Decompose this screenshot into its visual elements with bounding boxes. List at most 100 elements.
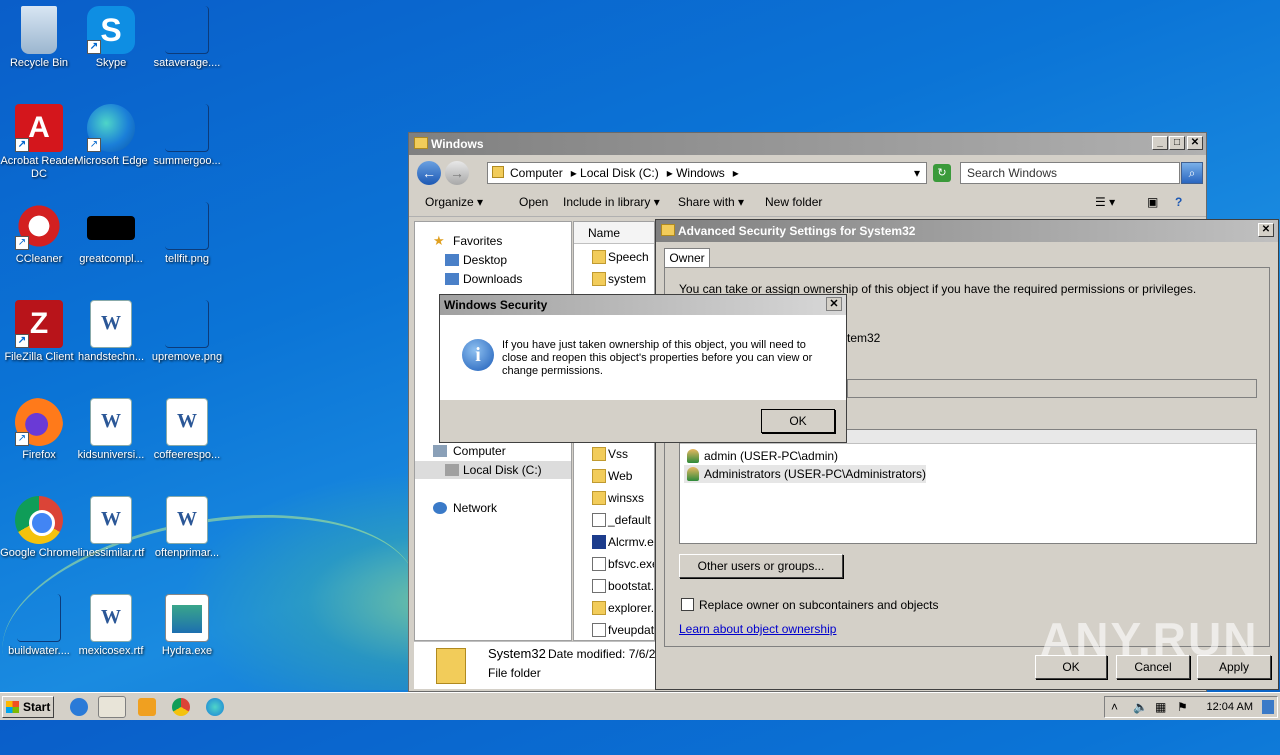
list-item[interactable]: fveupdat xyxy=(574,620,654,640)
include-in-library-button[interactable]: Include in library ▾ xyxy=(563,195,660,209)
desktop-icon-handstechn[interactable]: W handstechn... xyxy=(72,300,150,364)
desktop-icon-acrobat[interactable]: A ↗ Acrobat Reader DC xyxy=(0,104,78,181)
list-item[interactable]: winsxs xyxy=(574,488,644,508)
folder-large-icon xyxy=(436,648,466,684)
minimize-button[interactable]: _ xyxy=(1152,136,1168,150)
column-header-name[interactable]: Name xyxy=(574,222,654,244)
desktop-icon-label: summergoo... xyxy=(153,155,221,167)
clock[interactable]: 12:04 AM xyxy=(1207,701,1253,713)
desktop-icon-chrome[interactable]: Google Chrome xyxy=(0,496,78,560)
desktop-icon-filezilla[interactable]: Z ↗ FileZilla Client xyxy=(0,300,78,364)
messagebox-title: Windows Security xyxy=(444,298,548,312)
organize-button[interactable]: Organize ▾ xyxy=(425,195,483,209)
list-item[interactable]: Vss xyxy=(574,444,628,464)
share-with-button[interactable]: Share with ▾ xyxy=(678,195,744,209)
breadcrumb-local-disk[interactable]: Local Disk (C:) xyxy=(580,166,659,180)
chrome-taskbar-icon[interactable] xyxy=(172,698,190,716)
owner-item-admin[interactable]: admin (USER-PC\admin) xyxy=(684,447,838,465)
close-button[interactable]: ✕ xyxy=(1258,223,1274,237)
list-item[interactable]: explorer.e xyxy=(574,598,654,618)
list-item[interactable]: bfsvc.exe xyxy=(574,554,654,574)
open-label: Open xyxy=(519,195,549,209)
desktop-icon-buildwater[interactable]: buildwater.... xyxy=(0,594,78,658)
desktop-icon-summergoo[interactable]: summergoo... xyxy=(148,104,226,168)
desktop-icon-ccleaner[interactable]: ↗ CCleaner xyxy=(0,202,78,266)
address-bar[interactable]: Computer ▸ Local Disk (C:) ▸ Windows ▸ ▾ xyxy=(487,162,927,184)
preview-pane-icon[interactable]: ▣ xyxy=(1147,195,1158,209)
list-item[interactable]: _default xyxy=(574,510,651,530)
messagebox-ok-button[interactable]: OK xyxy=(761,409,835,433)
desktop-icon-kidsuniversi[interactable]: W kidsuniversi... xyxy=(72,398,150,462)
word-document-icon: W xyxy=(90,300,132,348)
chevron-down-icon[interactable]: ▾ xyxy=(914,163,920,183)
advanced-security-titlebar[interactable]: Advanced Security Settings for System32 … xyxy=(656,220,1278,242)
other-users-button[interactable]: Other users or groups... xyxy=(679,554,843,578)
desktop-icon-recycle-bin[interactable]: Recycle Bin xyxy=(0,6,78,70)
messagebox-titlebar[interactable]: Windows Security ✕ xyxy=(440,295,846,315)
file-icon xyxy=(165,104,209,152)
desktop-icon-upremove[interactable]: upremove.png xyxy=(148,300,226,364)
nav-network[interactable]: Network xyxy=(415,499,571,517)
learn-ownership-link[interactable]: Learn about object ownership xyxy=(679,622,836,636)
nav-favorites[interactable]: ★ Favorites xyxy=(415,232,571,250)
desktop-icon-tellfit[interactable]: tellfit.png xyxy=(148,202,226,266)
new-folder-button[interactable]: New folder xyxy=(765,195,822,209)
list-item[interactable]: Speech xyxy=(574,247,649,267)
desktop-icon-firefox[interactable]: ↗ Firefox xyxy=(0,398,78,462)
show-desktop-icon[interactable] xyxy=(1262,700,1274,714)
start-button[interactable]: Start xyxy=(2,696,54,718)
file-name: Speech xyxy=(608,250,649,264)
refresh-icon[interactable]: ↻ xyxy=(933,164,951,182)
current-owner-field xyxy=(847,379,1257,398)
list-item[interactable]: Web xyxy=(574,466,632,486)
nav-local-disk[interactable]: Local Disk (C:) xyxy=(415,461,571,479)
volume-icon[interactable]: 🔈 xyxy=(1133,700,1148,714)
owner-list[interactable]: admin (USER-PC\admin) Administrators (US… xyxy=(679,429,1257,544)
list-item[interactable]: system xyxy=(574,269,646,289)
search-icon[interactable]: ⌕ xyxy=(1181,162,1203,184)
open-button[interactable]: Open xyxy=(501,195,548,209)
computer-icon xyxy=(433,445,447,457)
network-tray-icon[interactable]: ▦ xyxy=(1155,700,1166,714)
desktop-icon-coffeerespo[interactable]: W coffeerespo... xyxy=(148,398,226,462)
help-icon[interactable]: ? xyxy=(1175,195,1182,209)
nav-downloads[interactable]: Downloads xyxy=(415,270,571,288)
owner-item-administrators[interactable]: Administrators (USER-PC\Administrators) xyxy=(684,465,927,483)
list-item[interactable]: Alcrmv.ex xyxy=(574,532,654,552)
desktop-icon-skype[interactable]: S ↗ Skype xyxy=(72,6,150,70)
flag-icon[interactable]: ⚑ xyxy=(1177,700,1188,714)
desktop-icon-mexicosex[interactable]: W mexicosex.rtf xyxy=(72,594,150,658)
maximize-button[interactable]: □ xyxy=(1169,136,1185,150)
tab-owner[interactable]: Owner xyxy=(664,248,710,268)
desktop-icon-linessimilar[interactable]: W linessimilar.rtf xyxy=(72,496,150,560)
explorer-exe-icon xyxy=(592,601,606,615)
breadcrumb-computer[interactable]: Computer xyxy=(510,166,563,180)
desktop-icon-sataverage[interactable]: sataverage.... xyxy=(148,6,226,70)
breadcrumb-windows[interactable]: Windows xyxy=(676,166,725,180)
desktop-icon-edge[interactable]: ↗ Microsoft Edge xyxy=(72,104,150,168)
forward-button[interactable]: → xyxy=(445,161,469,185)
view-options-icon[interactable]: ☰ ▾ xyxy=(1095,195,1115,209)
nav-computer[interactable]: Computer xyxy=(415,442,571,460)
list-item[interactable]: bootstat. xyxy=(574,576,654,596)
desktop-icon-hydra[interactable]: Hydra.exe xyxy=(148,594,226,658)
nav-desktop[interactable]: Desktop xyxy=(415,251,571,269)
desktop-icon-label: coffeerespo... xyxy=(153,449,221,461)
user-icon xyxy=(687,449,699,463)
search-input[interactable]: Search Windows xyxy=(960,162,1180,184)
replace-owner-checkbox[interactable] xyxy=(681,598,694,611)
owner-label: Administrators (USER-PC\Administrators) xyxy=(704,467,927,481)
explorer-taskbar-icon[interactable] xyxy=(98,696,126,718)
explorer-titlebar[interactable]: Windows _ □ ✕ xyxy=(409,133,1206,155)
edge-taskbar-icon[interactable] xyxy=(206,698,224,716)
desktop-icon-oftenprimar[interactable]: W oftenprimar... xyxy=(148,496,226,560)
close-icon[interactable]: ✕ xyxy=(826,297,842,311)
command-bar: Organize ▾ Open Include in library ▾ Sha… xyxy=(409,187,1206,217)
media-player-icon[interactable] xyxy=(138,698,156,716)
show-hidden-icons-icon[interactable]: ˄ xyxy=(1111,700,1118,714)
ie-icon[interactable] xyxy=(70,698,88,716)
back-button[interactable]: ← xyxy=(417,161,441,185)
star-icon: ★ xyxy=(433,233,445,248)
desktop-icon-greatcompl[interactable]: greatcompl... xyxy=(72,202,150,266)
close-button[interactable]: ✕ xyxy=(1187,136,1203,150)
